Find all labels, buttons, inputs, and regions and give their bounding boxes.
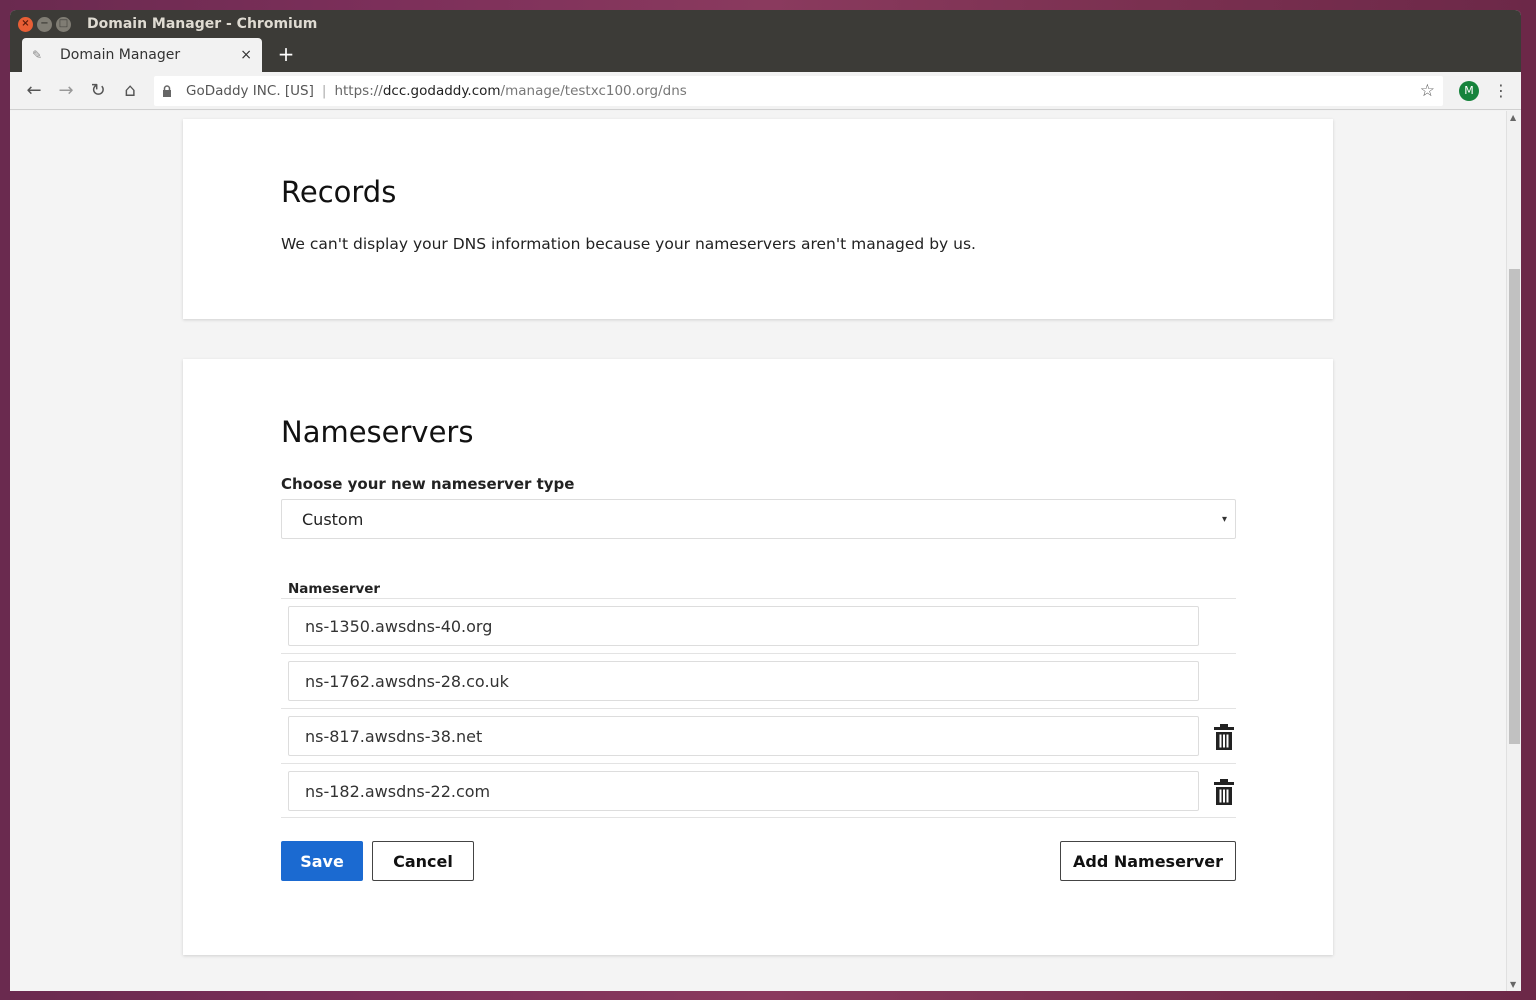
- cancel-button[interactable]: Cancel: [372, 841, 474, 881]
- nameserver-row: ns-182.awsdns-22.com: [281, 763, 1236, 818]
- window-maximize-button[interactable]: □: [56, 16, 71, 32]
- records-card: Records We can't display your DNS inform…: [183, 119, 1333, 319]
- window-close-button[interactable]: ×: [18, 16, 33, 32]
- nameserver-row: ns-1762.awsdns-28.co.uk: [281, 653, 1236, 708]
- url-scheme: https://: [334, 82, 383, 99]
- nameserver-column-header: Nameserver: [288, 581, 381, 597]
- url-host: dcc.godaddy.com: [382, 82, 501, 99]
- save-button[interactable]: Save: [281, 841, 363, 881]
- tab-strip: ✎ Domain Manager × +: [10, 38, 1521, 72]
- tab-close-icon[interactable]: ×: [240, 47, 252, 63]
- back-button[interactable]: ←: [18, 77, 50, 105]
- window-title: Domain Manager - Chromium: [87, 16, 318, 32]
- browser-menu-icon[interactable]: ⋮: [1489, 81, 1513, 100]
- nameserver-row: ns-817.awsdns-38.net: [281, 708, 1236, 763]
- page-scrollbar[interactable]: ▲ ▼: [1506, 111, 1521, 991]
- bookmark-star-icon[interactable]: ☆: [1420, 81, 1435, 101]
- scrollbar-thumb[interactable]: [1509, 269, 1520, 744]
- records-description: We can't display your DNS information be…: [281, 235, 976, 253]
- favicon-icon: ✎: [32, 48, 43, 62]
- site-identity: GoDaddy INC. [US]: [186, 82, 314, 99]
- nameservers-card: Nameservers Choose your new nameserver t…: [183, 359, 1333, 955]
- page-content: Records We can't display your DNS inform…: [10, 111, 1521, 991]
- nameserver-input[interactable]: ns-1762.awsdns-28.co.uk: [288, 661, 1199, 701]
- trash-icon[interactable]: [1212, 724, 1236, 750]
- records-title: Records: [281, 175, 397, 209]
- nameserver-input[interactable]: ns-817.awsdns-38.net: [288, 716, 1199, 756]
- nameserver-type-label: Choose your new nameserver type: [281, 475, 575, 493]
- nameserver-input[interactable]: ns-1350.awsdns-40.org: [288, 606, 1199, 646]
- scroll-up-icon[interactable]: ▲: [1510, 113, 1516, 122]
- omnibox-separator: |: [321, 82, 327, 99]
- window-controls: × − □: [18, 16, 71, 32]
- tab-domain-manager[interactable]: ✎ Domain Manager ×: [22, 38, 262, 72]
- add-nameserver-button[interactable]: Add Nameserver: [1060, 841, 1236, 881]
- nameserver-input[interactable]: ns-182.awsdns-22.com: [288, 771, 1199, 811]
- url-path: /manage/testxc100.org/dns: [500, 82, 687, 99]
- scroll-down-icon[interactable]: ▼: [1510, 980, 1516, 989]
- window-minimize-button[interactable]: −: [37, 16, 52, 32]
- nameservers-title: Nameservers: [281, 415, 474, 449]
- title-bar: × − □ Domain Manager - Chromium: [10, 10, 1521, 38]
- browser-toolbar: ← → ↻ ⌂ GoDaddy INC. [US] | https://dcc.…: [10, 72, 1521, 110]
- lock-icon: [163, 84, 171, 97]
- nameserver-type-value: Custom: [302, 509, 364, 529]
- tab-title: Domain Manager: [60, 47, 181, 63]
- address-bar[interactable]: GoDaddy INC. [US] | https://dcc.godaddy.…: [154, 75, 1443, 106]
- nameserver-type-select[interactable]: Custom ▾: [281, 499, 1236, 539]
- profile-avatar[interactable]: M: [1459, 80, 1479, 101]
- new-tab-button[interactable]: +: [274, 42, 298, 66]
- forward-button[interactable]: →: [50, 77, 82, 105]
- home-button[interactable]: ⌂: [114, 77, 146, 105]
- reload-button[interactable]: ↻: [82, 77, 114, 105]
- nameserver-list: ns-1350.awsdns-40.org ns-1762.awsdns-28.…: [281, 598, 1236, 818]
- browser-window: × − □ Domain Manager - Chromium ✎ Domain…: [10, 10, 1521, 991]
- nameserver-row: ns-1350.awsdns-40.org: [281, 598, 1236, 653]
- trash-icon[interactable]: [1212, 779, 1236, 805]
- chevron-down-icon: ▾: [1221, 513, 1227, 525]
